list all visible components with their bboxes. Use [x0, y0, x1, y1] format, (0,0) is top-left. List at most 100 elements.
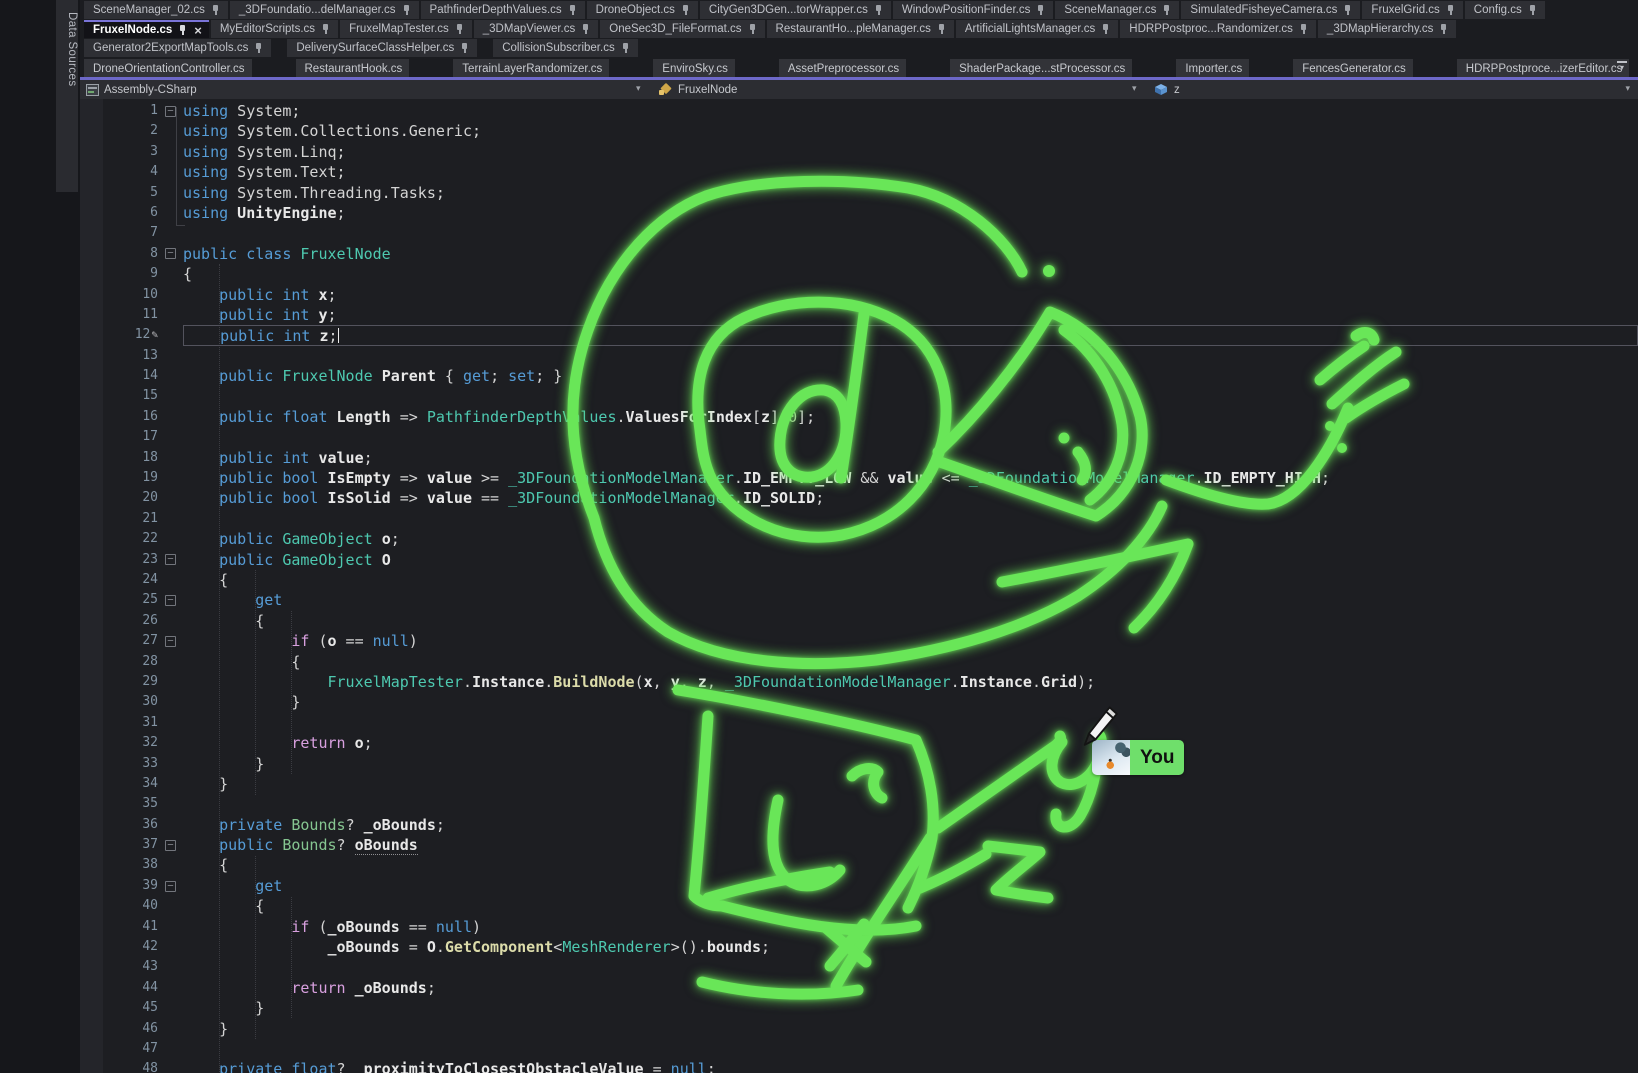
type-dropdown[interactable]: FruxelNode — [658, 80, 737, 99]
code-text[interactable]: using System.Threading.Tasks; — [183, 183, 1638, 203]
code-line-44[interactable]: 44 return _oBounds; — [80, 978, 1638, 998]
code-line-9[interactable]: 9{ — [80, 264, 1638, 284]
code-line-17[interactable]: 17 — [80, 427, 1638, 447]
tab-fruxelmaptester-cs[interactable]: FruxelMapTester.cs — [340, 20, 472, 38]
code-text[interactable] — [183, 427, 1638, 447]
code-editor[interactable]: 1–using System;2using System.Collections… — [80, 99, 1638, 1073]
code-text[interactable]: public GameObject O — [183, 550, 1638, 570]
close-icon[interactable]: × — [194, 25, 202, 36]
code-text[interactable]: } — [183, 754, 1638, 774]
collapse-icon[interactable]: – — [165, 595, 176, 606]
code-text[interactable]: public float Length => PathfinderDepthVa… — [183, 407, 1638, 427]
collapse-icon[interactable]: – — [165, 106, 176, 117]
tab-hdrppostproce-izereditor-cs[interactable]: HDRPPostproce...izerEditor.cs — [1457, 59, 1630, 78]
code-text[interactable]: using System; — [183, 101, 1638, 121]
pin-icon[interactable] — [1299, 23, 1309, 35]
member-dropdown[interactable]: z — [1152, 80, 1180, 99]
pin-icon[interactable] — [254, 42, 264, 54]
tab-overflow-icon[interactable]: ▾ — [1616, 61, 1628, 72]
code-text[interactable]: { — [183, 611, 1638, 631]
tab-assetpreprocessor-cs[interactable]: AssetPreprocessor.cs — [779, 59, 906, 78]
tab--3dmapviewer-cs[interactable]: _3DMapViewer.cs — [474, 20, 598, 38]
tab-terrainlayerrandomizer-cs[interactable]: TerrainLayerRandomizer.cs — [453, 59, 609, 78]
code-line-37[interactable]: 37– public Bounds? oBounds — [80, 835, 1638, 855]
tab-droneobject-cs[interactable]: DroneObject.cs — [587, 1, 698, 19]
tab--3dmaphierarchy-cs[interactable]: _3DMapHierarchy.cs — [1318, 20, 1457, 38]
pin-icon[interactable] — [1101, 23, 1111, 35]
tab-fruxelgrid-cs[interactable]: FruxelGrid.cs — [1362, 1, 1462, 19]
tab-pathfinderdepthvalues-cs[interactable]: PathfinderDepthValues.cs — [421, 1, 585, 19]
code-line-4[interactable]: 4using System.Text; — [80, 162, 1638, 182]
pin-icon[interactable] — [1343, 4, 1353, 16]
code-line-38[interactable]: 38 { — [80, 855, 1638, 875]
code-text[interactable]: private float? _proximityToClosestObstac… — [183, 1059, 1638, 1073]
code-line-3[interactable]: 3using System.Linq; — [80, 142, 1638, 162]
code-text[interactable]: public class FruxelNode — [183, 244, 1638, 264]
tab-config-cs[interactable]: Config.cs — [1465, 1, 1545, 19]
code-line-41[interactable]: 41 if (_oBounds == null) — [80, 917, 1638, 937]
code-line-33[interactable]: 33 } — [80, 754, 1638, 774]
pin-icon[interactable] — [1162, 4, 1172, 16]
code-text[interactable] — [183, 223, 1638, 243]
code-line-27[interactable]: 27– if (o == null) — [80, 631, 1638, 651]
code-text[interactable]: return _oBounds; — [183, 978, 1638, 998]
code-line-12[interactable]: 12✎ public int z; — [80, 325, 1638, 345]
code-text[interactable]: { — [183, 896, 1638, 916]
pin-icon[interactable] — [1036, 4, 1046, 16]
tab-deliverysurfaceclasshelper-cs[interactable]: DeliverySurfaceClassHelper.cs — [287, 39, 477, 57]
tab-scenemanager-02-cs[interactable]: SceneManager_02.cs — [84, 1, 228, 19]
code-line-32[interactable]: 32 return o; — [80, 733, 1638, 753]
code-text[interactable]: } — [183, 1019, 1638, 1039]
tab-simulatedfisheyecamera-cs[interactable]: SimulatedFisheyeCamera.cs — [1181, 1, 1360, 19]
tab-fruxelnode-cs[interactable]: FruxelNode.cs× — [84, 20, 209, 38]
code-text[interactable]: public int z; — [183, 325, 1638, 345]
tab-citygen3dgen-torwrapper-cs[interactable]: CityGen3DGen...torWrapper.cs — [700, 1, 891, 19]
code-text[interactable]: } — [183, 774, 1638, 794]
code-line-11[interactable]: 11 public int y; — [80, 305, 1638, 325]
tab-droneorientationcontroller-cs[interactable]: DroneOrientationController.cs — [84, 59, 252, 78]
code-text[interactable]: } — [183, 692, 1638, 712]
chevron-down-icon[interactable]: ▾ — [1132, 83, 1137, 94]
collapse-icon[interactable]: – — [165, 554, 176, 565]
pin-icon[interactable] — [681, 4, 691, 16]
code-text[interactable]: if (_oBounds == null) — [183, 917, 1638, 937]
code-text[interactable]: public bool IsSolid => value == _3DFound… — [183, 488, 1638, 508]
pin-icon[interactable] — [568, 4, 578, 16]
chevron-down-icon[interactable]: ▾ — [1625, 83, 1630, 94]
code-text[interactable]: private Bounds? _oBounds; — [183, 815, 1638, 835]
code-line-18[interactable]: 18 public int value; — [80, 448, 1638, 468]
code-line-2[interactable]: 2using System.Collections.Generic; — [80, 121, 1638, 141]
code-line-21[interactable]: 21 — [80, 509, 1638, 529]
collapse-icon[interactable]: – — [165, 881, 176, 892]
tab-collisionsubscriber-cs[interactable]: CollisionSubscriber.cs — [493, 39, 638, 57]
collapse-icon[interactable]: – — [165, 840, 176, 851]
code-line-22[interactable]: 22 public GameObject o; — [80, 529, 1638, 549]
pin-icon[interactable] — [460, 42, 470, 54]
code-line-23[interactable]: 23– public GameObject O — [80, 550, 1638, 570]
code-line-8[interactable]: 8–public class FruxelNode — [80, 244, 1638, 264]
tab-artificiallightsmanager-cs[interactable]: ArtificialLightsManager.cs — [956, 20, 1118, 38]
tab-envirosky-cs[interactable]: EnviroSky.cs — [653, 59, 735, 78]
code-line-14[interactable]: 14 public FruxelNode Parent { get; set; … — [80, 366, 1638, 386]
code-text[interactable] — [183, 386, 1638, 406]
code-line-42[interactable]: 42 _oBounds = O.GetComponent<MeshRendere… — [80, 937, 1638, 957]
code-text[interactable] — [183, 509, 1638, 529]
pin-icon[interactable] — [1446, 4, 1456, 16]
code-line-28[interactable]: 28 { — [80, 652, 1638, 672]
code-text[interactable]: using System.Text; — [183, 162, 1638, 182]
code-line-36[interactable]: 36 private Bounds? _oBounds; — [80, 815, 1638, 835]
code-text[interactable]: } — [183, 998, 1638, 1018]
sidebar-tab-data-sources[interactable]: Data Sources — [56, 0, 78, 192]
code-text[interactable]: public GameObject o; — [183, 529, 1638, 549]
pin-icon[interactable] — [937, 23, 947, 35]
code-line-20[interactable]: 20 public bool IsSolid => value == _3DFo… — [80, 488, 1638, 508]
code-line-39[interactable]: 39– get — [80, 876, 1638, 896]
code-text[interactable]: public bool IsEmpty => value >= _3DFound… — [183, 468, 1638, 488]
code-text[interactable]: { — [183, 652, 1638, 672]
code-text[interactable]: FruxelMapTester.Instance.BuildNode(x, y,… — [183, 672, 1638, 692]
tab-myeditorscripts-cs[interactable]: MyEditorScripts.cs — [211, 20, 338, 38]
code-text[interactable]: public int x; — [183, 285, 1638, 305]
code-line-29[interactable]: 29 FruxelMapTester.Instance.BuildNode(x,… — [80, 672, 1638, 692]
code-line-31[interactable]: 31 — [80, 713, 1638, 733]
code-line-30[interactable]: 30 } — [80, 692, 1638, 712]
